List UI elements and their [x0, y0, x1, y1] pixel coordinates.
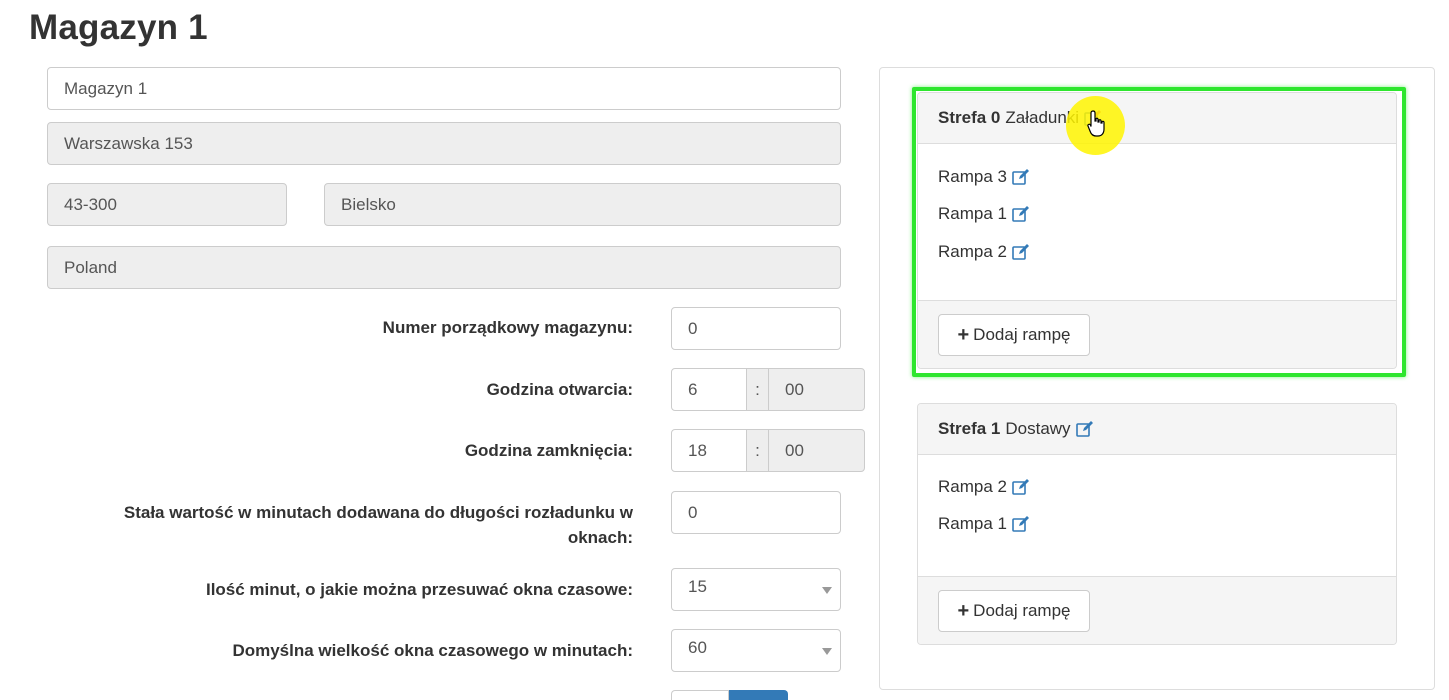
city-value: Bielsko — [341, 194, 396, 214]
city-input: Bielsko — [324, 183, 841, 226]
warehouse-name-input[interactable]: Magazyn 1 — [47, 67, 841, 110]
ramp-label: Rampa 2 — [938, 242, 1007, 261]
page-title: Magazyn 1 — [29, 8, 208, 47]
zone-name-1: Dostawy — [1005, 419, 1071, 438]
zone-header-0: Strefa 0 Załadunki — [918, 93, 1396, 144]
ramp-item: Rampa 1 — [938, 204, 1030, 224]
ramp-label: Rampa 1 — [938, 514, 1007, 533]
default-window-select[interactable]: 60 — [671, 629, 841, 672]
shift-minutes-select[interactable]: 15 — [671, 568, 841, 611]
default-window-value: 60 — [688, 638, 707, 657]
street-value: Warszawska 153 — [64, 133, 193, 153]
constant-minutes-label: Stała wartość w minutach dodawana do dłu… — [60, 500, 633, 550]
hand-pointer-icon — [1087, 110, 1105, 137]
add-ramp-label: Dodaj rampę — [973, 601, 1071, 620]
zone-card-0: Strefa 0 Załadunki Rampa 3 Rampa 1 Rampa… — [917, 92, 1397, 369]
ramp-label: Rampa 2 — [938, 477, 1007, 496]
edit-icon[interactable] — [1012, 244, 1030, 260]
order-number-input[interactable]: 0 — [671, 307, 841, 350]
add-ramp-button[interactable]: + Dodaj rampę — [938, 314, 1090, 356]
street-input: Warszawska 153 — [47, 122, 841, 165]
ramp-item: Rampa 1 — [938, 514, 1030, 534]
default-window-label: Domyślna wielkość okna czasowego w minut… — [232, 641, 633, 660]
open-time-separator: : — [747, 368, 768, 411]
close-hour-input[interactable]: 18 — [671, 429, 747, 472]
plus-icon: + — [957, 324, 970, 346]
zone-header-1: Strefa 1 Dostawy — [918, 404, 1396, 455]
edit-icon[interactable] — [1012, 479, 1030, 495]
edit-icon[interactable] — [1012, 516, 1030, 532]
ramp-item: Rampa 2 — [938, 477, 1030, 497]
close-time-separator: : — [747, 429, 768, 472]
constant-minutes-label-line1: Stała wartość w minutach dodawana do dłu… — [123, 503, 633, 522]
open-time-label: Godzina otwarcia: — [486, 380, 633, 399]
order-number-label: Numer porządkowy magazynu: — [382, 318, 633, 337]
chevron-down-icon — [822, 648, 832, 655]
constant-minutes-label-line2: oknach: — [567, 528, 633, 547]
zone-card-1: Strefa 1 Dostawy Rampa 2 Rampa 1 + Dodaj… — [917, 403, 1397, 645]
zone-number-1: Strefa 1 — [938, 419, 1001, 438]
ramp-item: Rampa 3 — [938, 167, 1030, 187]
ramp-label: Rampa 1 — [938, 204, 1007, 223]
open-hour-input[interactable]: 6 — [671, 368, 747, 411]
ramp-item: Rampa 2 — [938, 242, 1030, 262]
open-minute-input: 00 — [768, 368, 865, 411]
postal-code-value: 43-300 — [64, 194, 117, 214]
zone-footer-1: + Dodaj rampę — [918, 576, 1396, 644]
postal-code-input: 43-300 — [47, 183, 287, 226]
order-number-value: 0 — [688, 318, 698, 338]
plus-icon: + — [957, 600, 970, 622]
zone-footer-0: + Dodaj rampę — [918, 300, 1396, 368]
close-minute-input: 00 — [768, 429, 865, 472]
shift-minutes-label: Ilość minut, o jakie można przesuwać okn… — [205, 580, 633, 599]
chevron-down-icon — [822, 587, 832, 594]
shift-minutes-value: 15 — [688, 577, 707, 596]
constant-minutes-input[interactable]: 0 — [671, 491, 841, 534]
edit-icon[interactable] — [1012, 169, 1030, 185]
open-time-group: 6 : 00 — [671, 368, 865, 411]
close-time-label: Godzina zamknięcia: — [464, 441, 633, 460]
ramp-label: Rampa 3 — [938, 167, 1007, 186]
country-input: Poland — [47, 246, 841, 289]
zone-edit-icon[interactable] — [1075, 421, 1094, 437]
add-ramp-label: Dodaj rampę — [973, 325, 1071, 344]
edit-icon[interactable] — [1012, 206, 1030, 222]
close-time-group: 18 : 00 — [671, 429, 865, 472]
warehouse-name-value: Magazyn 1 — [64, 78, 148, 98]
toggle-off-segment[interactable] — [671, 690, 729, 700]
constant-minutes-value: 0 — [688, 502, 698, 522]
country-value: Poland — [64, 257, 117, 277]
zone-number-0: Strefa 0 — [938, 108, 1001, 127]
toggle-on-segment[interactable] — [729, 690, 788, 700]
add-ramp-button[interactable]: + Dodaj rampę — [938, 590, 1090, 632]
